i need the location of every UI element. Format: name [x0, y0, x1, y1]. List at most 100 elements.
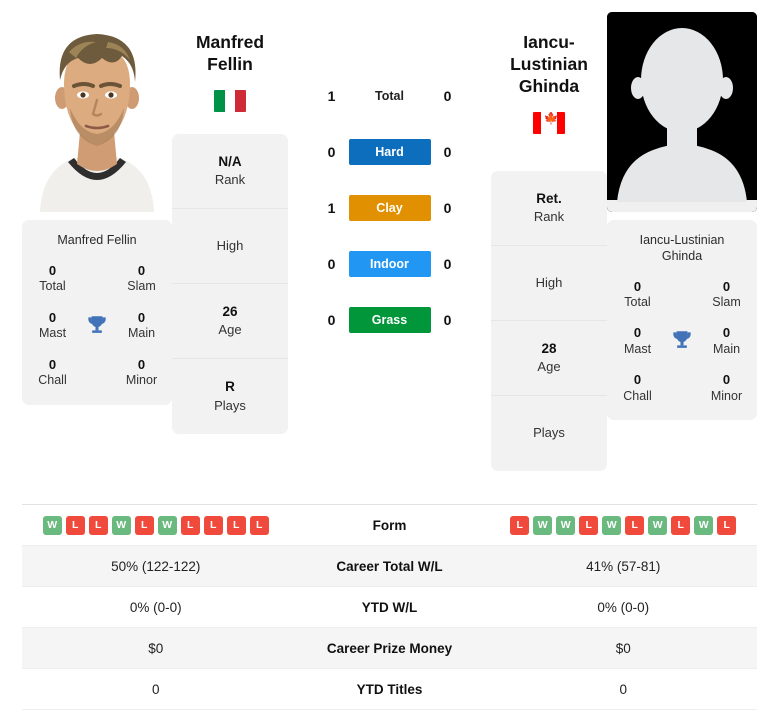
- right-chall-label: Chall: [623, 388, 652, 403]
- right-minor-label: Minor: [710, 388, 743, 403]
- h2h-total-right-score: 0: [443, 88, 452, 104]
- h2h-row-grass: 0 Grass 0: [288, 292, 491, 348]
- right-form-badge: W: [602, 515, 622, 535]
- right-age-value: 28: [541, 340, 557, 356]
- left-name-column: Manfred Fellin N/A Rank High 26 Age R Pl…: [172, 12, 288, 434]
- flag-italy-icon: [214, 89, 246, 112]
- left-main-value: 0: [137, 309, 146, 325]
- left-age-label: Age: [218, 322, 242, 338]
- right-rank-value: Ret.: [536, 190, 562, 206]
- left-form-badge: W: [111, 515, 131, 535]
- right-chall-value: 0: [633, 372, 642, 388]
- left-form-badge: L: [134, 515, 154, 535]
- right-plays-row: Plays: [491, 396, 607, 471]
- left-player-column: Manfred Fellin 0 Total 0 Slam 0 Mast 0 M…: [22, 12, 172, 405]
- form-row-label: Form: [372, 517, 407, 533]
- right-form-badge: L: [671, 515, 691, 535]
- right-form-badge: L: [510, 515, 530, 535]
- right-form-badge: W: [694, 515, 714, 535]
- flag-canada-icon: 🍁: [533, 111, 565, 134]
- left-total-label: Total: [39, 279, 66, 294]
- left-age-value: 26: [222, 303, 238, 319]
- left-ytd-wl: 0% (0-0): [129, 599, 182, 615]
- table-row-career-prize-money: $0 Career Prize Money $0: [22, 628, 757, 669]
- h2h-row-clay: 1 Clay 0: [288, 180, 491, 236]
- head-to-head-surfaces: 1 Total 0 0 Hard 0 1 Clay 0 0 Indoor 0 0…: [288, 12, 491, 348]
- left-rank-row: N/A Rank: [172, 134, 288, 209]
- left-ytd-titles: 0: [151, 681, 160, 697]
- h2h-clay-right-score: 0: [443, 200, 452, 216]
- ytd-wl-label: YTD W/L: [361, 599, 418, 615]
- h2h-row-hard: 0 Hard 0: [288, 124, 491, 180]
- left-form-badges: WLLWLWLLLL: [22, 515, 290, 535]
- career-total-wl-label: Career Total W/L: [336, 558, 443, 574]
- right-minor-titles: 0 Minor: [702, 372, 751, 404]
- h2h-grass-label-cell: Grass: [348, 307, 431, 333]
- surface-pill-indoor[interactable]: Indoor: [348, 251, 431, 277]
- right-plays-label: Plays: [533, 425, 565, 441]
- right-career-prize-money: $0: [615, 640, 631, 656]
- player-comparison-page: Manfred Fellin 0 Total 0 Slam 0 Mast 0 M…: [0, 0, 779, 719]
- h2h-indoor-label-cell: Indoor: [348, 251, 431, 277]
- right-form-badges: LWWLWLWLWL: [490, 515, 758, 535]
- h2h-hard-right-score: 0: [443, 144, 452, 160]
- right-card-name-line2: Ghinda: [661, 249, 703, 264]
- right-form-badge: W: [556, 515, 576, 535]
- left-form-badge: W: [157, 515, 177, 535]
- right-age-label: Age: [537, 358, 561, 374]
- maple-leaf-icon: 🍁: [543, 111, 559, 125]
- left-slam-label: Slam: [127, 279, 156, 294]
- left-form-cell: WLLWLWLLLL: [22, 515, 290, 535]
- right-mast-label: Mast: [623, 341, 652, 356]
- right-form-badge: L: [625, 515, 645, 535]
- comparison-table: WLLWLWLLLL Form LWWLWLWLWL 50% (122-122)…: [22, 504, 757, 710]
- left-player-name[interactable]: Manfred Fellin: [196, 32, 264, 76]
- left-form-badge: W: [42, 515, 62, 535]
- h2h-total-label-cell: Total: [349, 89, 431, 103]
- left-rank-label: Rank: [214, 172, 246, 188]
- right-mast-value: 0: [633, 325, 642, 341]
- left-mast-label: Mast: [38, 326, 67, 341]
- h2h-clay-left-score: 1: [327, 200, 336, 216]
- left-player-photo: [22, 12, 172, 212]
- right-ytd-titles: 0: [619, 681, 627, 697]
- h2h-grass-right-score: 0: [443, 312, 452, 328]
- right-age-row: 28 Age: [491, 321, 607, 396]
- h2h-indoor-right-score: 0: [443, 256, 452, 272]
- surface-pill-grass[interactable]: Grass: [348, 307, 431, 333]
- left-main-label: Main: [127, 326, 156, 341]
- h2h-indoor-left-score: 0: [327, 256, 336, 272]
- player-portrait-icon: [22, 12, 172, 212]
- right-minor-value: 0: [722, 372, 731, 388]
- right-form-badge: L: [717, 515, 737, 535]
- h2h-row-indoor: 0 Indoor 0: [288, 236, 491, 292]
- right-ytd-wl: 0% (0-0): [597, 599, 650, 615]
- surface-pill-clay[interactable]: Clay: [348, 195, 431, 221]
- left-plays-row: R Plays: [172, 359, 288, 434]
- left-chall-value: 0: [48, 356, 57, 372]
- surface-pill-hard[interactable]: Hard: [348, 139, 431, 165]
- right-player-name[interactable]: Iancu-Lustinian Ghinda: [491, 32, 607, 98]
- career-prize-money-label: Career Prize Money: [326, 640, 453, 656]
- table-row-form: WLLWLWLLLL Form LWWLWLWLWL: [22, 505, 757, 546]
- left-titles-card: Manfred Fellin 0 Total 0 Slam 0 Mast 0 M…: [22, 220, 172, 405]
- right-main-label: Main: [712, 341, 741, 356]
- right-player-name-line1: Iancu-Lustinian: [510, 32, 588, 74]
- right-slam-label: Slam: [712, 294, 741, 309]
- left-total-value: 0: [48, 263, 57, 278]
- left-form-badge: L: [249, 515, 269, 535]
- right-main-titles: 0 Main: [702, 325, 751, 357]
- left-rank-value: N/A: [218, 153, 242, 169]
- h2h-total-left-score: 1: [327, 88, 336, 104]
- left-form-badge: L: [203, 515, 223, 535]
- right-titles-card: Iancu-Lustinian Ghinda 0 Total 0 Slam 0: [607, 220, 757, 421]
- left-info-card: N/A Rank High 26 Age R Plays: [172, 133, 288, 434]
- right-high-row: High: [491, 246, 607, 321]
- left-high-label: High: [216, 237, 244, 253]
- left-career-total-wl: 50% (122-122): [111, 558, 201, 574]
- trophy-icon: [88, 316, 106, 333]
- left-slam-titles: 0 Slam: [117, 263, 166, 295]
- left-trophy-icon-cell: [77, 313, 117, 339]
- left-form-badge: L: [180, 515, 200, 535]
- right-form-badge: W: [648, 515, 668, 535]
